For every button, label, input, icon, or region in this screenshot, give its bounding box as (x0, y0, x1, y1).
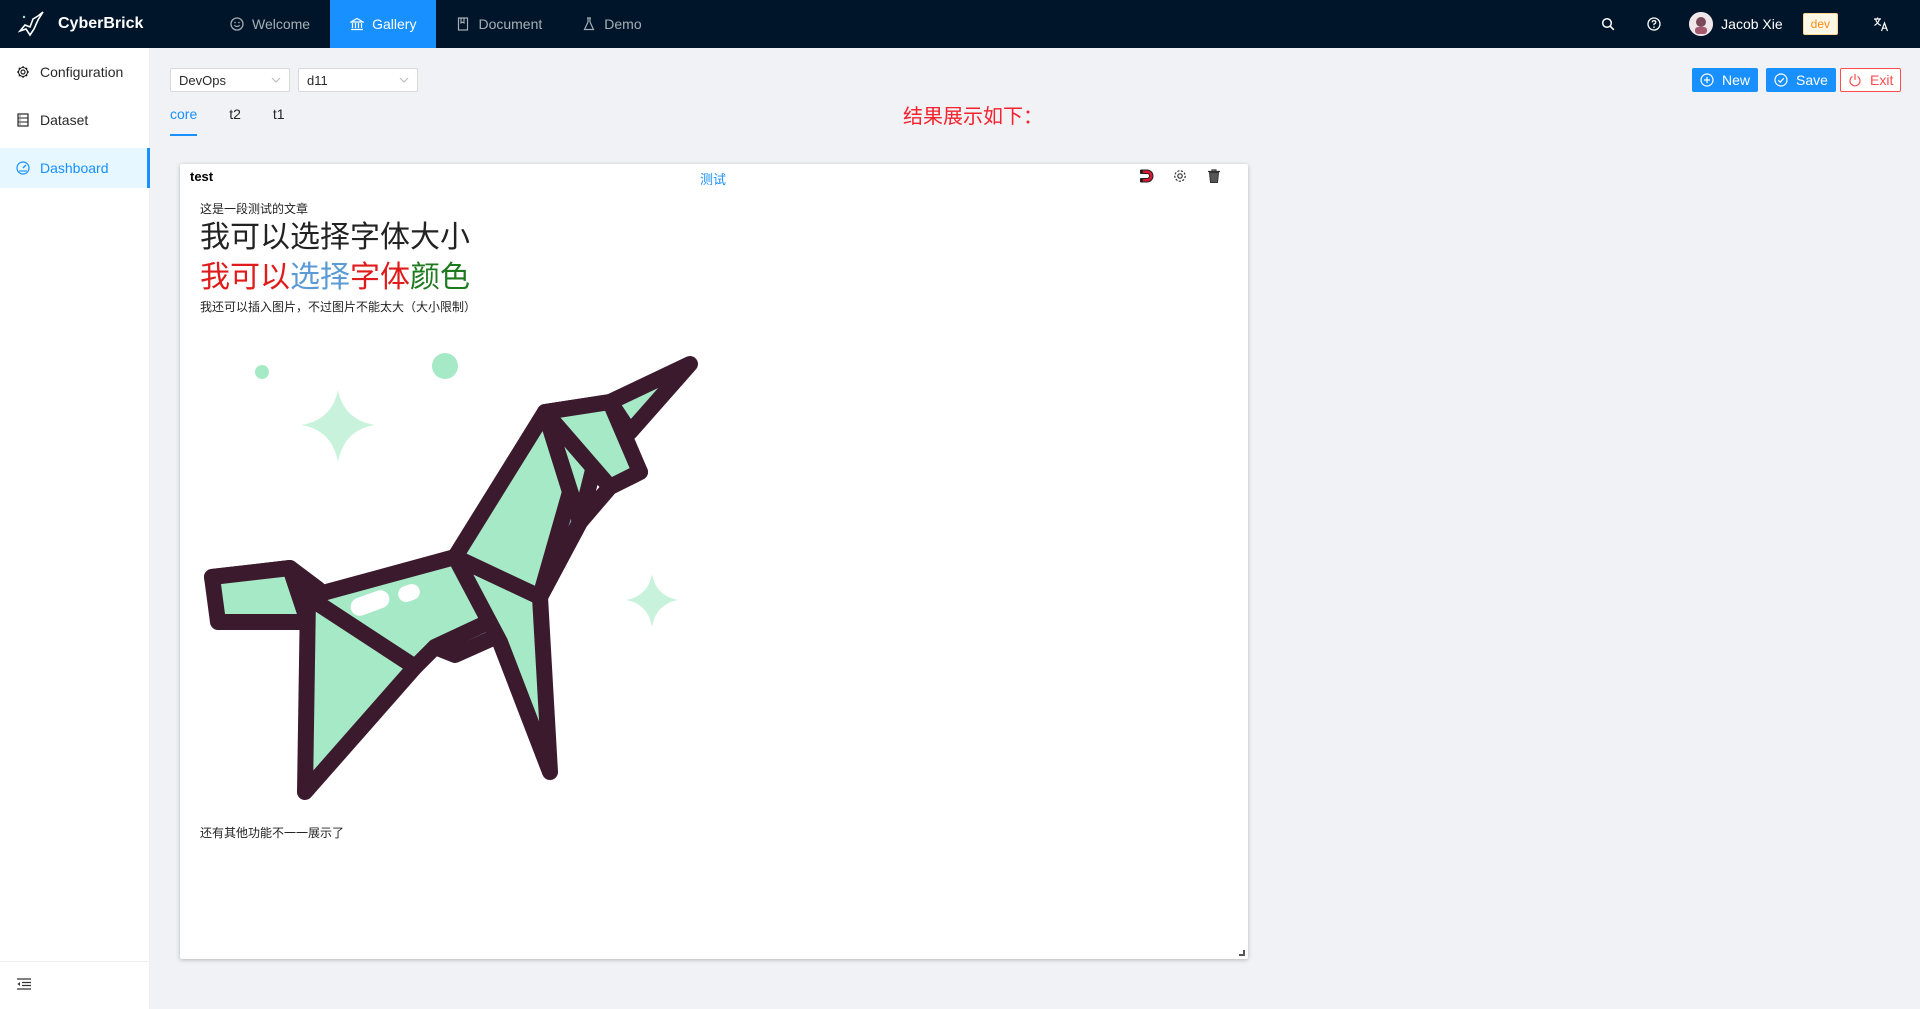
paragraph-image-note: 我还可以插入图片，不过图片不能太大（大小限制） (200, 300, 477, 314)
sidebar-item-dashboard[interactable]: Dashboard (0, 148, 150, 188)
resize-handle[interactable] (1239, 950, 1245, 956)
sidebar: Configuration Dataset Dashboard (0, 48, 150, 1009)
sidebar-item-label: Dataset (40, 112, 89, 128)
dashboard-card[interactable]: test 测试 这是一段测试的文章 我可以选择字体大小 我可以选择字体颜色 我还… (180, 164, 1248, 959)
help-icon[interactable] (1631, 0, 1677, 48)
exit-button-label: Exit (1870, 72, 1894, 88)
plus-circle-icon (1700, 73, 1714, 87)
tab-core[interactable]: core (170, 106, 198, 136)
new-button-label: New (1722, 72, 1751, 88)
chevron-down-icon (271, 77, 281, 83)
menu-fold-icon (16, 977, 32, 994)
nav-document-label: Document (478, 16, 543, 32)
rich-text-content: 这是一段测试的文章 我可以选择字体大小 我可以选择字体颜色 我还可以插入图片，不… (200, 200, 1228, 842)
paragraph-intro: 这是一段测试的文章 (200, 202, 309, 216)
smile-icon (230, 17, 244, 31)
card-header: test 测试 (180, 164, 1248, 188)
top-header: CyberBrick Welcome Gallery Document Demo… (0, 0, 1920, 48)
user-name: Jacob Xie (1721, 16, 1783, 32)
sidebar-item-label: Dashboard (40, 160, 109, 176)
nav-demo-label: Demo (604, 16, 642, 32)
search-icon[interactable] (1585, 0, 1631, 48)
nav-welcome[interactable]: Welcome (210, 0, 330, 48)
card-subtitle-link[interactable]: 测试 (700, 169, 726, 188)
save-button-label: Save (1796, 72, 1828, 88)
tab-t1[interactable]: t1 (273, 106, 285, 136)
main-content: DevOps d11 core t2 t1 结果展示如下： New Save E… (150, 48, 1920, 1009)
unicorn-image (204, 353, 698, 800)
nav-demo[interactable]: Demo (562, 0, 661, 48)
new-button[interactable]: New (1692, 68, 1759, 92)
user-menu[interactable]: Jacob Xie (1677, 0, 1794, 48)
dashboard-select-value: d11 (307, 72, 328, 88)
nav-welcome-label: Welcome (252, 16, 311, 32)
chevron-down-icon (399, 77, 409, 83)
nav-gallery[interactable]: Gallery (330, 0, 437, 48)
trash-icon[interactable] (1205, 167, 1223, 185)
check-circle-icon (1774, 73, 1788, 87)
brand-name: CyberBrick (58, 15, 144, 32)
paragraph-font-size: 我可以选择字体大小 (200, 220, 470, 255)
text-red: 我可以 (200, 260, 290, 295)
text-blue: 选择 (290, 260, 350, 295)
text-red: 字体 (350, 260, 410, 295)
bank-icon (350, 17, 365, 31)
brand[interactable]: CyberBrick (0, 0, 172, 48)
card-title: test (190, 169, 214, 184)
translate-icon[interactable] (1858, 0, 1904, 48)
exit-button[interactable]: Exit (1840, 68, 1902, 92)
dashboard-icon (16, 161, 30, 175)
paragraph-font-color: 我可以选择字体颜色 (200, 258, 1228, 298)
experiment-icon (582, 17, 596, 31)
book-icon (456, 17, 470, 31)
sidebar-item-label: Configuration (40, 64, 124, 80)
save-button[interactable]: Save (1766, 68, 1836, 92)
sidebar-item-configuration[interactable]: Configuration (0, 52, 149, 92)
result-note: 结果展示如下： (903, 106, 1043, 128)
text-green: 颜色 (410, 260, 470, 295)
paragraph-more: 还有其他功能不一一展示了 (200, 826, 345, 840)
env-badge: dev (1802, 13, 1838, 35)
power-icon (1848, 73, 1862, 87)
magnet-icon[interactable] (1137, 167, 1155, 185)
collapse-sidebar-button[interactable] (0, 961, 149, 1009)
settings-icon[interactable] (1171, 167, 1189, 185)
header-right: Jacob Xie dev (1585, 0, 1920, 48)
category-select[interactable]: DevOps (170, 68, 290, 92)
dashboard-tabs: core t2 t1 (170, 106, 317, 136)
unicorn-logo-icon (16, 9, 46, 39)
dashboard-select[interactable]: d11 (298, 68, 418, 92)
gear-icon (16, 65, 30, 79)
category-select-value: DevOps (179, 72, 226, 88)
sidebar-item-dataset[interactable]: Dataset (0, 100, 149, 140)
nav-document[interactable]: Document (436, 0, 562, 48)
avatar (1689, 12, 1714, 36)
database-icon (16, 113, 30, 127)
nav-gallery-label: Gallery (372, 16, 417, 32)
tab-t2[interactable]: t2 (229, 106, 241, 136)
top-nav: Welcome Gallery Document Demo (210, 0, 662, 48)
